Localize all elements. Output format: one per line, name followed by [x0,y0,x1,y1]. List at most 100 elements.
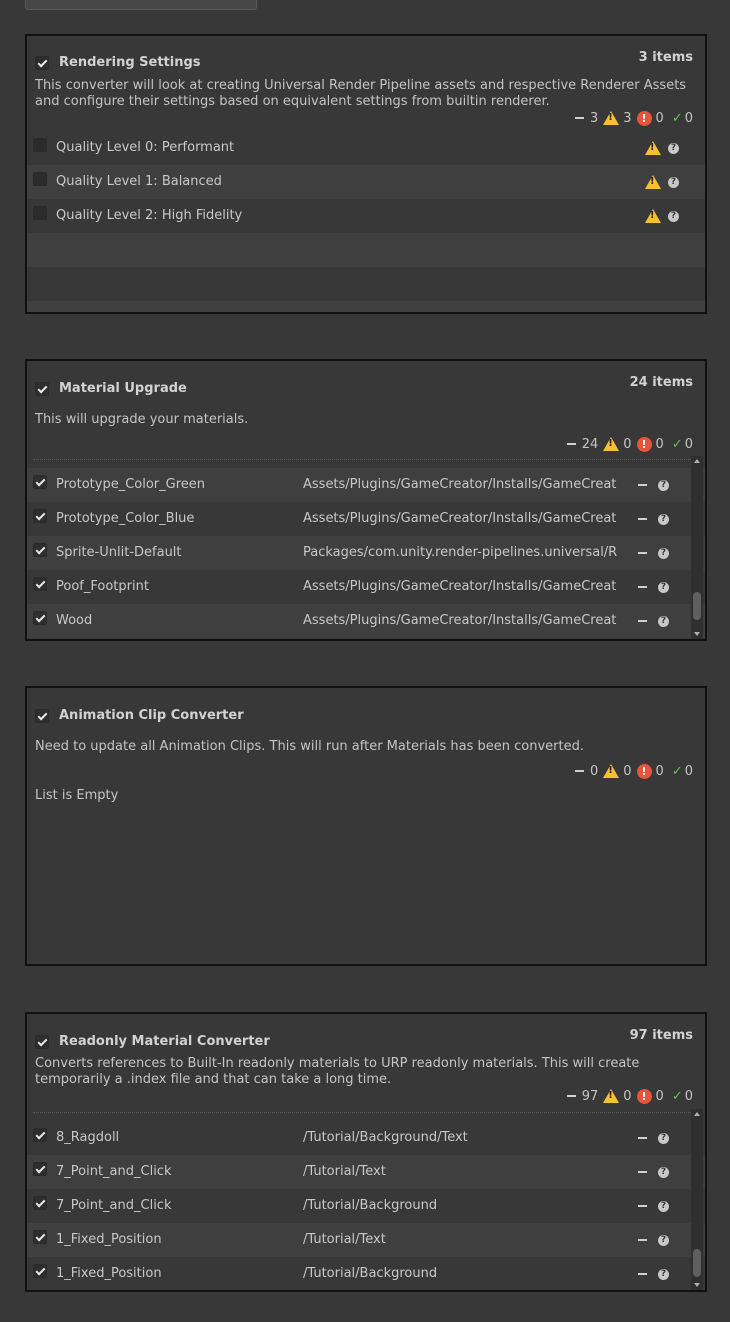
empty-row [27,301,705,312]
error-count: 0 [655,1088,664,1104]
item-checkbox[interactable] [33,1196,47,1210]
help-icon[interactable]: ? [658,582,669,593]
item-checkbox[interactable] [33,611,47,625]
warning-icon [603,111,620,125]
panel-title: Material Upgrade [59,381,187,396]
pending-icon [638,620,647,622]
scroll-down-arrow[interactable] [694,1283,700,1287]
pending-icon [638,1273,647,1275]
help-icon[interactable]: ? [658,616,669,627]
item-path: /Tutorial/Text [303,1164,386,1179]
item-path: Packages/com.unity.render-pipelines.univ… [303,545,617,560]
item-path: Assets/Plugins/GameCreator/Installs/Game… [303,613,617,628]
panel-enable-checkbox[interactable] [35,382,49,396]
item-checkbox[interactable] [33,172,47,186]
list-item[interactable]: Quality Level 2: High Fidelity ? [27,199,705,233]
item-checkbox[interactable] [33,1128,47,1142]
help-icon[interactable]: ? [658,1133,669,1144]
list-item[interactable]: 1_Fixed_Position /Tutorial/Text ? [27,1223,705,1257]
help-icon[interactable]: ? [658,514,669,525]
success-icon: ✓ [671,436,683,452]
panel-description: Converts references to Built-In readonly… [35,1056,640,1087]
pending-icon [638,484,647,486]
vertical-scrollbar[interactable] [691,1109,703,1290]
item-name: Prototype_Color_Blue [56,511,195,526]
empty-list-message: List is Empty [35,788,119,803]
error-icon: ! [636,436,652,452]
scroll-down-arrow[interactable] [694,632,700,636]
pending-icon [566,1095,576,1097]
list-item[interactable]: Quality Level 1: Balanced ? [27,165,705,199]
success-icon: ✓ [671,110,683,126]
warning-count: 0 [623,436,632,452]
list-item[interactable]: Poof_Footprint Assets/Plugins/GameCreato… [27,570,705,604]
item-path: Assets/Plugins/GameCreator/Installs/Game… [303,477,617,492]
item-path: /Tutorial/Text [303,1232,386,1247]
help-icon[interactable]: ? [668,177,679,188]
truncated-top-control[interactable] [25,0,257,10]
item-checkbox[interactable] [33,543,47,557]
pending-icon [638,586,647,588]
item-checkbox[interactable] [33,1162,47,1176]
status-summary: 3 3 !0 ✓0 [573,109,693,127]
status-summary: 24 0 !0 ✓0 [565,435,693,453]
help-icon[interactable]: ? [658,1235,669,1246]
item-name: Quality Level 2: High Fidelity [56,208,243,223]
list-item[interactable]: 7_Point_and_Click /Tutorial/Background ? [27,1189,705,1223]
item-checkbox[interactable] [33,1264,47,1278]
scroll-thumb[interactable] [693,592,701,620]
help-icon[interactable]: ? [658,1201,669,1212]
help-icon[interactable]: ? [658,1269,669,1280]
pending-icon [638,1171,647,1173]
help-icon[interactable]: ? [658,480,669,491]
item-checkbox[interactable] [33,138,47,152]
item-name: 7_Point_and_Click [56,1198,172,1213]
scroll-up-arrow[interactable] [694,459,700,463]
converter-panel-animation-clip: Animation Clip Converter Need to update … [25,686,707,966]
panel-enable-checkbox[interactable] [35,1035,49,1049]
pending-icon [574,770,584,772]
pending-icon [566,443,576,445]
pending-icon [638,1239,647,1241]
list-item[interactable]: Prototype_Color_Green Assets/Plugins/Gam… [27,468,705,502]
help-icon[interactable]: ? [658,548,669,559]
item-path: /Tutorial/Background/Text [303,1130,468,1145]
item-checkbox[interactable] [33,509,47,523]
help-icon[interactable]: ? [658,1167,669,1178]
list-item[interactable]: Wood Assets/Plugins/GameCreator/Installs… [27,604,705,638]
help-icon[interactable]: ? [668,143,679,154]
panel-description: Need to update all Animation Clips. This… [35,739,584,754]
panel-enable-checkbox[interactable] [35,56,49,70]
item-checkbox[interactable] [33,577,47,591]
item-name: Prototype_Color_Green [56,477,206,492]
success-count: 0 [684,436,693,452]
item-name: Sprite-Unlit-Default [56,545,182,560]
partial-row [27,1109,705,1121]
item-checkbox[interactable] [33,206,47,220]
list-item[interactable]: 7_Point_and_Click /Tutorial/Text ? [27,1155,705,1189]
list-item[interactable]: 8_Ragdoll /Tutorial/Background/Text ? [27,1121,705,1155]
converter-panel-rendering-settings: Rendering Settings 3 items This converte… [25,34,707,314]
list-item[interactable]: Sprite-Unlit-Default Packages/com.unity.… [27,536,705,570]
vertical-scrollbar[interactable] [691,456,703,639]
scroll-up-arrow[interactable] [694,1112,700,1116]
panel-title: Animation Clip Converter [59,708,244,723]
list-item[interactable]: Quality Level 0: Performant ? [27,131,705,165]
panel-enable-checkbox[interactable] [35,709,49,723]
item-checkbox[interactable] [33,1230,47,1244]
list-item[interactable]: 1_Fixed_Position /Tutorial/Background ? [27,1257,705,1290]
item-checkbox[interactable] [33,475,47,489]
pending-count: 24 [581,436,599,452]
pending-count: 3 [589,110,599,126]
warning-icon [645,209,661,223]
list-item[interactable]: Prototype_Color_Blue Assets/Plugins/Game… [27,502,705,536]
scroll-thumb[interactable] [693,1249,701,1277]
pending-icon [638,518,647,520]
warning-icon [645,175,661,189]
help-icon[interactable]: ? [668,211,679,222]
pending-count: 97 [581,1088,599,1104]
empty-row [27,233,705,267]
item-path: Assets/Plugins/GameCreator/Installs/Game… [303,511,617,526]
status-summary: 0 0 !0 ✓0 [573,762,693,780]
pending-icon [638,1205,647,1207]
